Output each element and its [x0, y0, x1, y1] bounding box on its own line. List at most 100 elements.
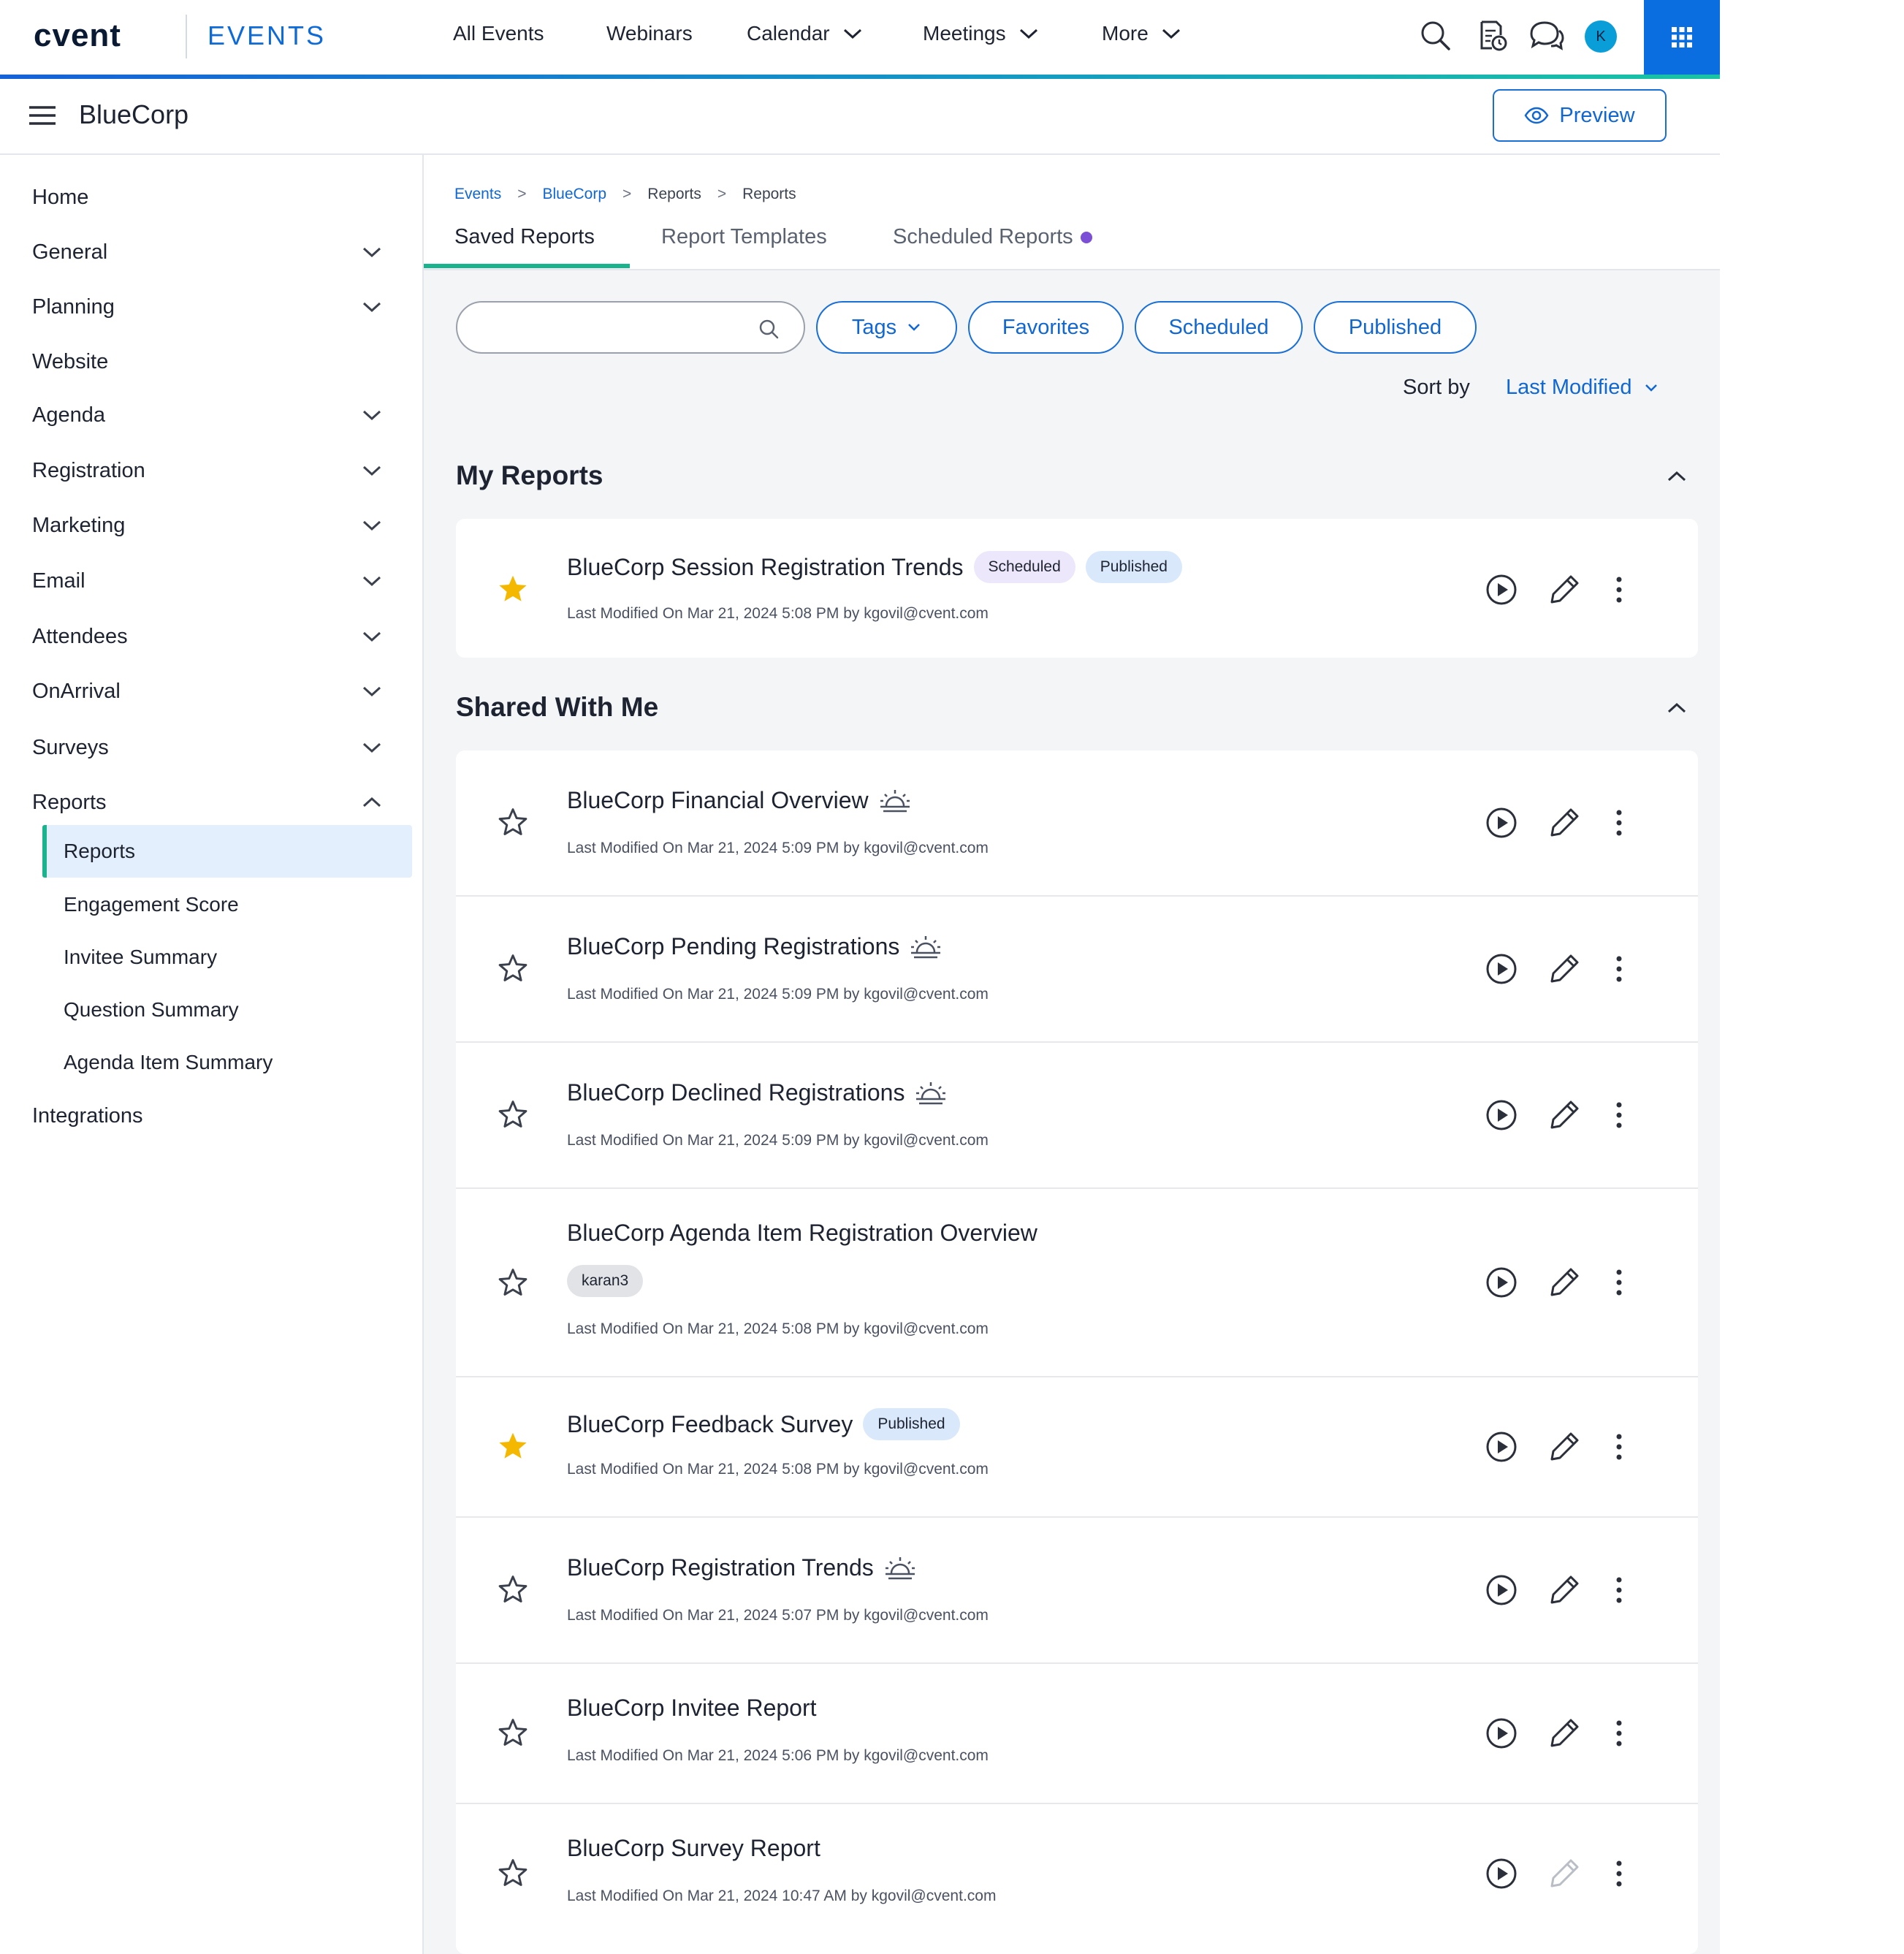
chat-icon[interactable]	[1528, 19, 1565, 53]
user-avatar[interactable]: K	[1585, 20, 1617, 53]
edit-pencil-icon[interactable]	[1549, 1717, 1581, 1749]
search-input[interactable]	[456, 301, 805, 354]
sidebar-subitem-agenda-item-summary[interactable]: Agenda Item Summary	[0, 1036, 416, 1089]
hamburger-menu-icon[interactable]	[28, 104, 57, 127]
report-title[interactable]: BlueCorp Survey Report	[567, 1835, 820, 1862]
tags-filter-button[interactable]: Tags	[816, 301, 957, 354]
report-row[interactable]: BlueCorp Feedback Survey Published Last …	[456, 1377, 1698, 1518]
run-report-icon[interactable]	[1485, 1573, 1518, 1607]
topnav-meetings[interactable]: Meetings	[923, 22, 1038, 45]
report-title[interactable]: BlueCorp Feedback Survey	[567, 1411, 853, 1438]
breadcrumb-bluecorp[interactable]: BlueCorp	[542, 186, 606, 203]
report-row[interactable]: BlueCorp Session Registration Trends Sch…	[456, 519, 1698, 658]
run-report-icon[interactable]	[1485, 952, 1518, 986]
sidebar-item-registration[interactable]: Registration	[0, 444, 409, 497]
sidebar-item-general[interactable]: General	[0, 226, 409, 278]
report-clock-icon[interactable]	[1476, 19, 1509, 53]
sidebar-subitem-engagement-score[interactable]: Engagement Score	[0, 878, 416, 931]
sidebar-item-integrations[interactable]: Integrations	[0, 1090, 409, 1142]
cvent-logo[interactable]: cvent	[34, 18, 121, 54]
report-row[interactable]: BlueCorp Declined Registrations Last Mod…	[456, 1043, 1698, 1189]
more-options-icon[interactable]	[1613, 1266, 1625, 1299]
star-outline-icon[interactable]	[497, 1267, 529, 1298]
run-report-icon[interactable]	[1485, 1098, 1518, 1132]
sidebar-item-home[interactable]: Home	[0, 171, 409, 224]
sidebar-item-surveys[interactable]: Surveys	[0, 721, 409, 774]
sidebar-subitem-invitee-summary[interactable]: Invitee Summary	[0, 931, 416, 984]
tab-saved-reports[interactable]: Saved Reports	[454, 225, 595, 249]
edit-pencil-icon[interactable]	[1549, 1266, 1581, 1298]
sidebar-item-marketing[interactable]: Marketing	[0, 499, 409, 552]
run-report-icon[interactable]	[1485, 806, 1518, 840]
topnav-webinars[interactable]: Webinars	[606, 22, 693, 45]
more-options-icon[interactable]	[1613, 1430, 1625, 1464]
run-report-icon[interactable]	[1485, 1266, 1518, 1299]
more-options-icon[interactable]	[1613, 1098, 1625, 1132]
sidebar-item-email[interactable]: Email	[0, 555, 409, 607]
preview-button[interactable]: Preview	[1493, 89, 1667, 142]
report-title[interactable]: BlueCorp Registration Trends	[567, 1554, 874, 1581]
star-outline-icon[interactable]	[497, 807, 529, 837]
logo-divider	[186, 15, 187, 58]
product-name[interactable]: EVENTS	[207, 20, 326, 51]
report-title[interactable]: BlueCorp Session Registration Trends	[567, 554, 964, 581]
report-title[interactable]: BlueCorp Pending Registrations	[567, 933, 899, 960]
report-title[interactable]: BlueCorp Agenda Item Registration Overvi…	[567, 1220, 1037, 1247]
chevron-up-icon[interactable]	[1666, 701, 1688, 715]
favorites-filter-button[interactable]: Favorites	[968, 301, 1124, 354]
sidebar-item-agenda[interactable]: Agenda	[0, 389, 409, 441]
report-row[interactable]: BlueCorp Invitee Report Last Modified On…	[456, 1664, 1698, 1804]
star-outline-icon[interactable]	[497, 1717, 529, 1748]
sidebar-subitem-question-summary[interactable]: Question Summary	[0, 984, 416, 1036]
more-options-icon[interactable]	[1613, 806, 1625, 840]
sidebar-item-attendees[interactable]: Attendees	[0, 610, 409, 663]
report-meta: Last Modified On Mar 21, 2024 5:09 PM by…	[567, 1132, 989, 1149]
scheduled-filter-button[interactable]: Scheduled	[1135, 301, 1303, 354]
chevron-up-icon[interactable]	[1666, 469, 1688, 484]
report-title[interactable]: BlueCorp Declined Registrations	[567, 1079, 905, 1106]
more-options-icon[interactable]	[1613, 1857, 1625, 1890]
sidebar-item-reports[interactable]: Reports	[0, 776, 409, 829]
report-title[interactable]: BlueCorp Financial Overview	[567, 787, 869, 814]
star-outline-icon[interactable]	[497, 1574, 529, 1605]
topnav-all-events[interactable]: All Events	[453, 22, 544, 45]
search-icon[interactable]	[1419, 19, 1452, 53]
sidebar-item-website[interactable]: Website	[0, 335, 409, 388]
edit-pencil-icon[interactable]	[1549, 806, 1581, 838]
more-options-icon[interactable]	[1613, 573, 1625, 607]
edit-pencil-icon[interactable]	[1549, 1573, 1581, 1605]
report-row[interactable]: BlueCorp Survey Report Last Modified On …	[456, 1804, 1698, 1943]
topnav-more[interactable]: More	[1102, 22, 1181, 45]
sort-dropdown[interactable]: Last Modified	[1506, 376, 1659, 400]
run-report-icon[interactable]	[1485, 1430, 1518, 1464]
topnav-calendar[interactable]: Calendar	[747, 22, 862, 45]
run-report-icon[interactable]	[1485, 1857, 1518, 1890]
app-switcher-grid-icon[interactable]	[1644, 0, 1720, 75]
more-options-icon[interactable]	[1613, 1573, 1625, 1607]
run-report-icon[interactable]	[1485, 573, 1518, 607]
more-options-icon[interactable]	[1613, 1717, 1625, 1750]
edit-pencil-icon[interactable]	[1549, 952, 1581, 984]
report-row[interactable]: BlueCorp Agenda Item Registration Overvi…	[456, 1189, 1698, 1377]
tab-scheduled-reports[interactable]: Scheduled Reports	[893, 225, 1092, 249]
star-outline-icon[interactable]	[497, 1099, 529, 1130]
report-title[interactable]: BlueCorp Invitee Report	[567, 1695, 817, 1722]
tab-report-templates[interactable]: Report Templates	[661, 225, 827, 249]
edit-pencil-icon[interactable]	[1549, 573, 1581, 605]
sidebar-item-onarrival[interactable]: OnArrival	[0, 665, 409, 718]
edit-pencil-icon[interactable]	[1549, 1098, 1581, 1130]
report-row[interactable]: BlueCorp Registration Trends Last Modifi…	[456, 1518, 1698, 1664]
report-row[interactable]: BlueCorp Financial Overview Last Modifie…	[456, 750, 1698, 897]
star-filled-icon[interactable]	[497, 1431, 529, 1461]
sidebar-item-planning[interactable]: Planning	[0, 281, 409, 333]
star-outline-icon[interactable]	[497, 953, 529, 984]
breadcrumb-events[interactable]: Events	[454, 186, 501, 203]
report-row[interactable]: BlueCorp Pending Registrations Last Modi…	[456, 897, 1698, 1043]
star-outline-icon[interactable]	[497, 1858, 529, 1888]
published-filter-button[interactable]: Published	[1314, 301, 1477, 354]
run-report-icon[interactable]	[1485, 1717, 1518, 1750]
edit-pencil-icon[interactable]	[1549, 1430, 1581, 1462]
star-filled-icon[interactable]	[497, 574, 529, 604]
more-options-icon[interactable]	[1613, 952, 1625, 986]
sidebar-subitem-reports[interactable]: Reports	[0, 825, 416, 878]
